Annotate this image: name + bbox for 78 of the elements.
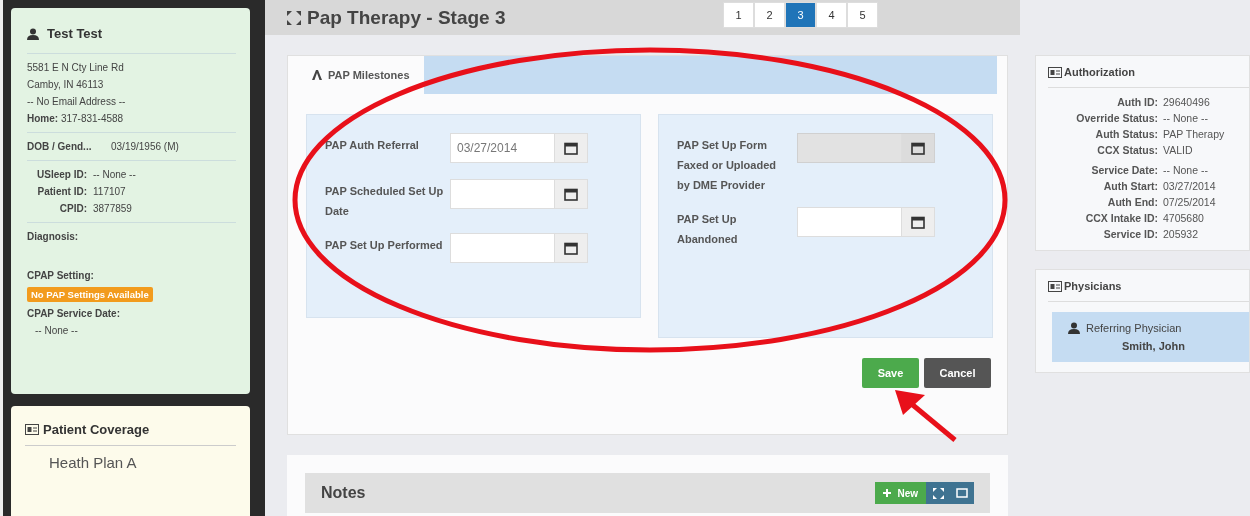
id-value: 3877859: [93, 203, 133, 214]
expand-icon: [932, 487, 944, 499]
letter-a-icon: [312, 70, 322, 80]
id-value: 117107: [93, 186, 127, 197]
diagnosis-label: Diagnosis:: [27, 231, 80, 242]
field-label: PAP Scheduled Set Up Date: [325, 184, 445, 219]
address-line: Camby, IN 46113: [27, 79, 105, 90]
card-title: Physicians: [1064, 280, 1122, 292]
date-field[interactable]: [450, 233, 588, 263]
auth-label: Auth Status:: [1094, 128, 1158, 140]
field-label: PAP Auth Referral: [325, 138, 420, 153]
auth-label: Override Status:: [1075, 112, 1158, 124]
auth-label: Service ID:: [1102, 228, 1158, 240]
calendar-icon: [911, 141, 926, 155]
calendar-icon: [564, 141, 579, 155]
auth-label: Auth End:: [1106, 196, 1158, 208]
auth-label: CCX Status:: [1096, 144, 1158, 156]
address-line: 5581 E N Cty Line Rd: [27, 62, 125, 73]
user-icon: [27, 27, 39, 40]
card-title: Authorization: [1064, 66, 1135, 78]
annotation-arrow: [895, 390, 957, 442]
auth-value: 4705680: [1163, 212, 1205, 224]
id-value: -- None --: [93, 169, 137, 180]
id-label: CPID:: [58, 203, 87, 214]
page-button[interactable]: 1: [723, 1, 754, 28]
notes-title: Notes: [321, 484, 366, 502]
auth-value: VALID: [1163, 144, 1194, 156]
user-icon: [1068, 322, 1080, 334]
auth-value: 03/27/2014: [1163, 180, 1217, 192]
auth-label: Service Date:: [1090, 164, 1158, 176]
id-label: Patient ID:: [36, 186, 87, 197]
physician-role: Referring Physician: [1086, 322, 1182, 334]
auth-value: -- None --: [1163, 112, 1209, 124]
dob-label: DOB / Gend...: [27, 141, 93, 152]
expand-icon: [287, 10, 301, 25]
page-button[interactable]: 4: [816, 1, 847, 28]
home-phone: Home: 317-831-4588: [27, 113, 125, 124]
calendar-icon: [564, 241, 579, 255]
calendar-icon: [564, 187, 579, 201]
window-icon: [956, 488, 968, 498]
warning-badge: No PAP Settings Available: [27, 287, 153, 302]
field-label: PAP Set Up Performed: [325, 238, 444, 253]
calendar-icon: [911, 215, 926, 229]
date-field[interactable]: [450, 179, 588, 209]
physician-name: Smith, John: [1121, 340, 1186, 352]
page-button[interactable]: 2: [754, 1, 785, 28]
dob-value: 03/19/1956 (M): [111, 141, 180, 152]
cpap-service-value: -- None --: [34, 325, 79, 336]
plan-name: Heath Plan A: [48, 453, 138, 471]
date-field[interactable]: 03/27/2014: [450, 133, 588, 163]
id-card-icon: [1048, 280, 1062, 292]
coverage-title: Patient Coverage: [43, 422, 150, 437]
window-button[interactable]: [950, 482, 974, 504]
page-button[interactable]: 3: [785, 1, 816, 28]
cancel-button[interactable]: Cancel: [924, 358, 991, 388]
address-line: -- No Email Address --: [27, 96, 127, 107]
auth-value: -- None --: [1163, 164, 1209, 176]
auth-value: 29640496: [1163, 96, 1211, 108]
tab[interactable]: PAP Milestones: [298, 56, 424, 94]
auth-value: 205932: [1163, 228, 1200, 240]
auth-label: Auth ID:: [1116, 96, 1158, 108]
page-title: Pap Therapy - Stage 3: [307, 6, 507, 29]
id-card-icon: [25, 424, 39, 435]
id-label: USleep ID:: [36, 169, 87, 180]
plus-icon: [883, 489, 892, 497]
id-card-icon: [1048, 66, 1062, 78]
page-button[interactable]: 5: [847, 1, 878, 28]
field-label: PAP Set Up Form Faxed or Uploaded by DME Provider: [677, 138, 778, 193]
date-field[interactable]: [797, 207, 935, 237]
cpap-service-label: CPAP Service Date:: [27, 308, 121, 319]
cpap-setting-label: CPAP Setting:: [27, 270, 95, 281]
auth-value: PAP Therapy: [1163, 128, 1226, 140]
field-label: PAP Set Up Abandoned: [677, 212, 739, 247]
patient-name: Test Test: [47, 26, 103, 41]
auth-label: Auth Start:: [1102, 180, 1158, 192]
auth-value: 07/25/2014: [1163, 196, 1217, 208]
auth-label: CCX Intake ID:: [1084, 212, 1158, 224]
expand-button[interactable]: [926, 482, 950, 504]
